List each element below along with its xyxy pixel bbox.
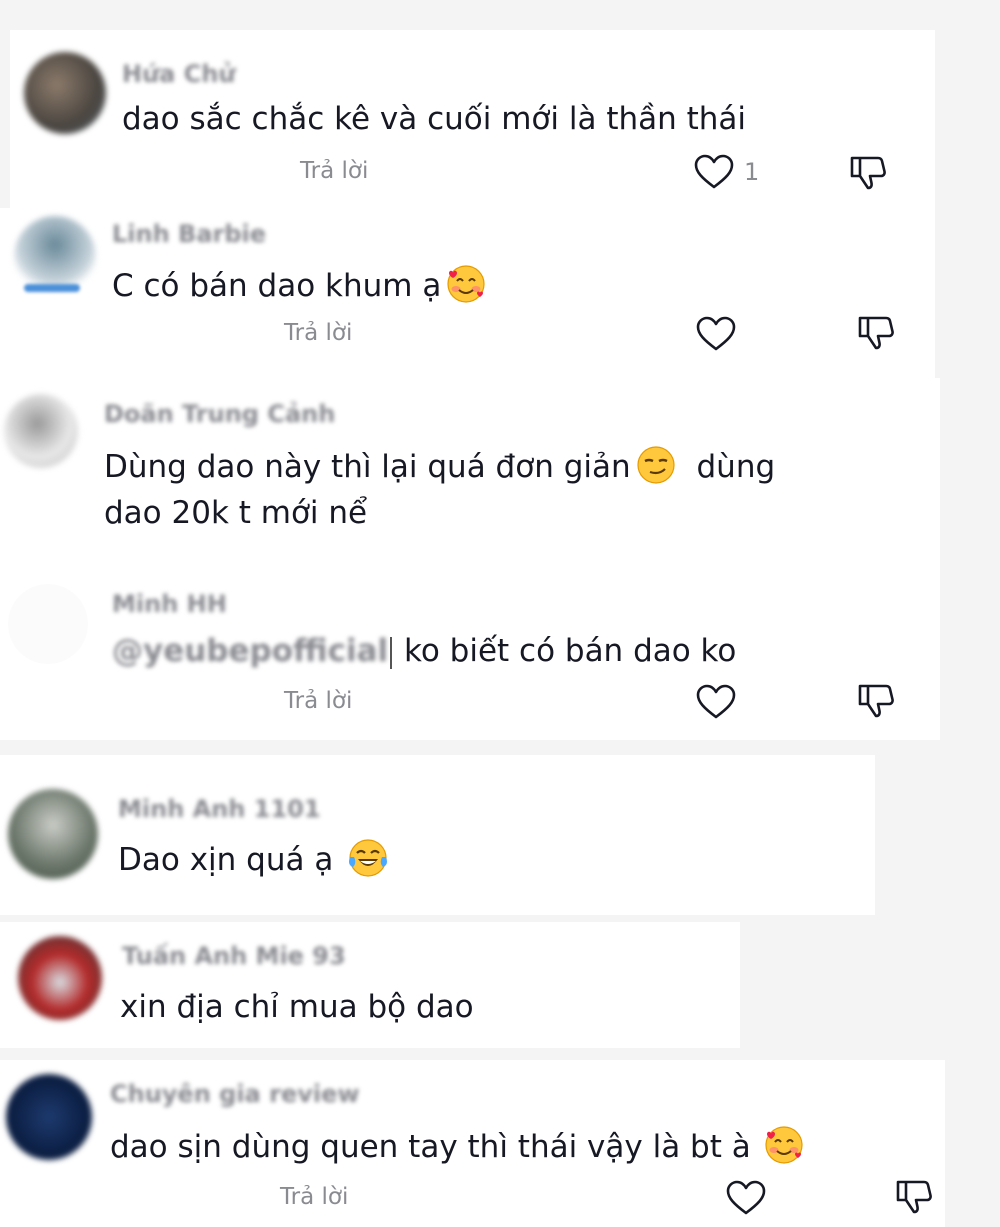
comment-author[interactable]: Linh Barbie <box>112 220 266 248</box>
smirking-face-emoji-icon <box>635 444 677 486</box>
avatar[interactable] <box>8 789 98 879</box>
reply-button[interactable]: Trả lời <box>300 158 368 184</box>
comment-text-line2: dao 20k t mới nể <box>104 495 368 531</box>
reply-button[interactable]: Trả lời <box>284 688 352 714</box>
heart-outline-icon <box>694 154 734 190</box>
tears-of-joy-emoji-icon <box>347 837 389 879</box>
comment-item: Minh HH @yeubepofficial ko biết có bán d… <box>0 564 940 740</box>
comment-item: Minh Anh 1101 Dao xịn quá ạ <box>0 755 875 915</box>
avatar[interactable] <box>24 52 106 134</box>
like-count: 1 <box>744 158 760 186</box>
comment-author[interactable]: Tuấn Anh Mie 93 <box>122 942 346 970</box>
like-button[interactable] <box>696 316 736 352</box>
thumbs-down-icon[interactable] <box>856 680 896 720</box>
comment-author[interactable]: Hứa Chử <box>122 60 236 88</box>
comment-text: Dùng dao này thì lại quá đơn giản dùng <box>104 444 775 490</box>
reply-button[interactable]: Trả lời <box>284 320 352 346</box>
mention-link[interactable]: @yeubepofficial <box>112 633 388 669</box>
comment-text: Dao xịn quá ạ <box>118 837 389 883</box>
comment-item: Linh Barbie C có bán dao khum ạ Trả lời <box>0 208 935 378</box>
comment-text-line: Dùng dao này thì lại quá đơn giản <box>104 449 631 485</box>
comment-author[interactable]: Doãn Trung Cảnh <box>104 400 335 428</box>
thumbs-down-icon[interactable] <box>894 1176 934 1216</box>
avatar[interactable] <box>8 584 88 664</box>
heart-outline-icon <box>726 1180 766 1216</box>
comment-text-body: C có bán dao khum ạ <box>112 268 442 304</box>
comment-text: xin địa chỉ mua bộ dao <box>120 989 474 1025</box>
comment-text-body: dao sịn dùng quen tay thì thái vậy là bt… <box>110 1129 751 1165</box>
heart-outline-icon <box>696 684 736 720</box>
avatar[interactable] <box>18 936 102 1020</box>
comment-item: Tuấn Anh Mie 93 xin địa chỉ mua bộ dao <box>0 922 740 1048</box>
like-button[interactable] <box>726 1180 766 1216</box>
thumbs-down-icon[interactable] <box>848 152 888 192</box>
heart-outline-icon <box>696 316 736 352</box>
avatar[interactable] <box>4 394 78 468</box>
smiling-hearts-emoji-icon <box>763 1124 805 1166</box>
comment-item: Doãn Trung Cảnh Dùng dao này thì lại quá… <box>0 378 940 564</box>
comment-text: C có bán dao khum ạ <box>112 263 487 309</box>
like-button[interactable]: 1 <box>694 154 759 190</box>
comment-text: @yeubepofficial ko biết có bán dao ko <box>112 628 736 674</box>
comment-author[interactable]: Minh Anh 1101 <box>118 795 321 823</box>
thumbs-down-icon[interactable] <box>856 312 896 352</box>
comment-text: dao sắc chắc kê và cuối mới là thần thái <box>122 101 747 137</box>
comment-item: Hứa Chử dao sắc chắc kê và cuối mới là t… <box>10 30 935 208</box>
comment-author[interactable]: Minh HH <box>112 590 227 618</box>
avatar[interactable] <box>6 1074 92 1160</box>
comment-author[interactable]: Chuyên gia review <box>110 1080 360 1108</box>
like-button[interactable] <box>696 684 736 720</box>
comment-text-body: Dao xịn quá ạ <box>118 842 334 878</box>
comment-text-line: dùng <box>696 449 776 485</box>
text-cursor <box>390 636 393 669</box>
reply-button[interactable]: Trả lời <box>280 1184 348 1210</box>
comment-text-body: ko biết có bán dao ko <box>403 633 737 669</box>
comment-text: dao sịn dùng quen tay thì thái vậy là bt… <box>110 1124 805 1170</box>
comment-item: Chuyên gia review dao sịn dùng quen tay … <box>0 1060 945 1227</box>
avatar-decoration <box>24 284 80 292</box>
smiling-hearts-emoji-icon <box>445 263 487 305</box>
